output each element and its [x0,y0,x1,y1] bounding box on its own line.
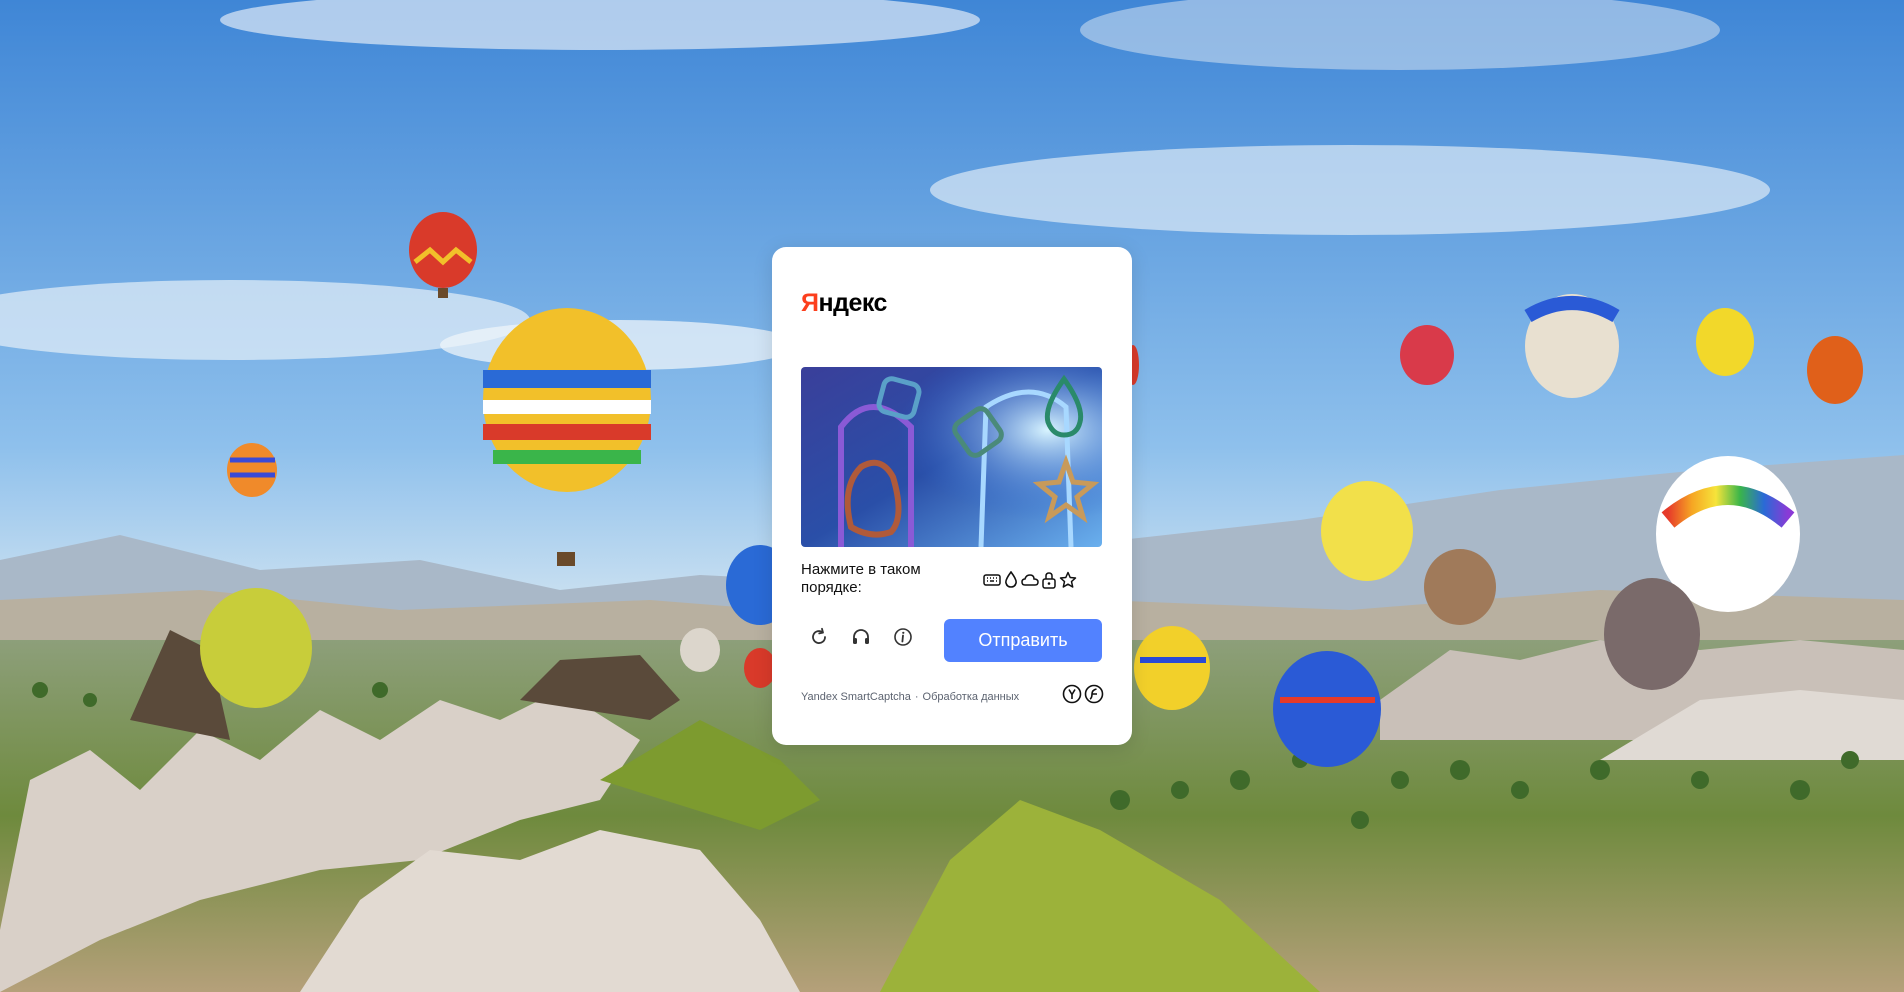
headphones-icon[interactable] [850,626,872,648]
keyboard-icon [983,569,1001,591]
submit-button[interactable]: Отправить [944,619,1102,662]
refresh-icon[interactable] [808,626,830,648]
yandex-y-icon [1062,684,1082,709]
footer-product: Yandex SmartCaptcha [801,691,911,703]
footer-logos [1062,684,1104,709]
captcha-task-image[interactable] [801,367,1102,547]
cloud-icon [1021,569,1039,591]
drop-icon [1002,569,1020,591]
smartcaptcha-icon [1084,684,1104,709]
captcha-tools [808,617,914,657]
footer-separator: · [914,691,919,703]
data-processing-link[interactable]: Обработка данных [923,691,1020,703]
captcha-card: Яндекс Нажмите в таком порядке: Отправит… [772,247,1132,745]
info-icon[interactable] [892,626,914,648]
captcha-footer: Yandex SmartCaptcha · Обработка данных [801,691,1019,703]
star-icon [1059,569,1077,591]
lock-icon [1040,569,1058,591]
instruction-text: Нажмите в таком порядке: [801,561,921,596]
yandex-logo: Яндекс [801,289,887,317]
order-icons [983,569,1077,591]
